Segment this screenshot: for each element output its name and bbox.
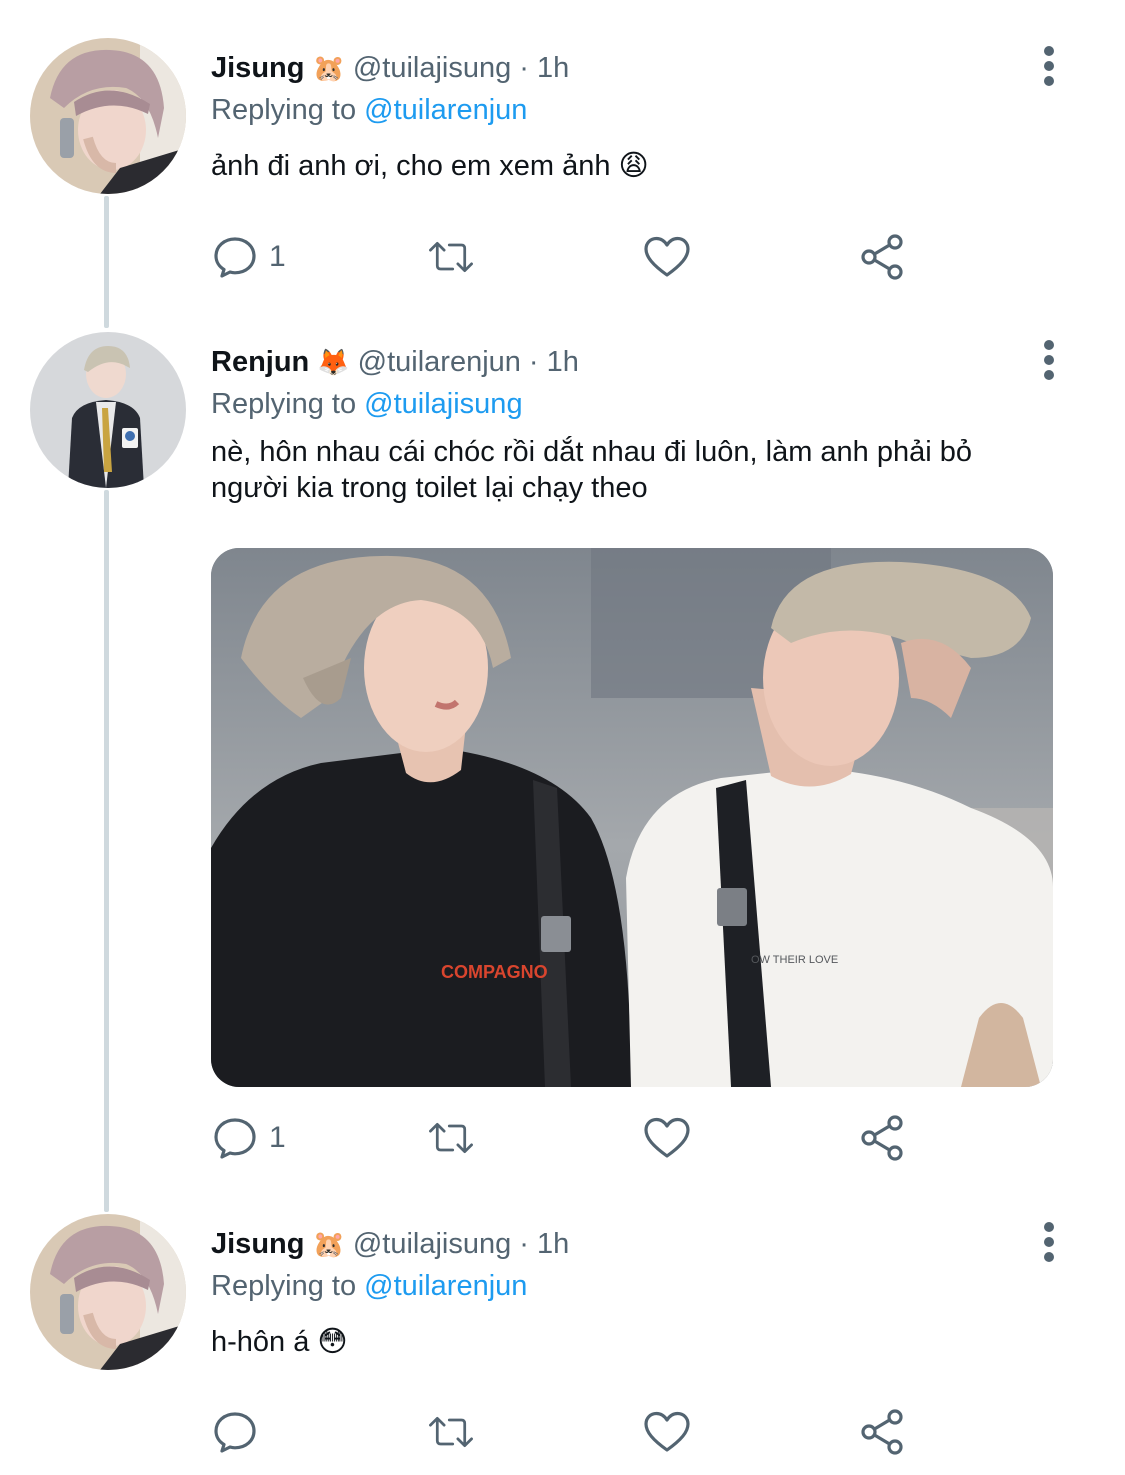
- shirt-print-right: OW THEIR LOVE: [751, 954, 838, 966]
- share-button[interactable]: [859, 1408, 907, 1456]
- like-button[interactable]: [643, 1408, 691, 1456]
- more-icon[interactable]: [1043, 340, 1055, 380]
- replying-to-link[interactable]: @tuilarenjun: [364, 1270, 527, 1302]
- like-icon: [644, 1117, 690, 1158]
- retweet-icon: [429, 1122, 473, 1154]
- more-icon[interactable]: [1043, 1222, 1055, 1262]
- reply-icon: [214, 237, 256, 278]
- user-handle[interactable]: @tuilarenjun: [358, 344, 521, 380]
- tweet-text: h-hôn á 😳: [211, 1326, 348, 1358]
- like-icon: [644, 1411, 690, 1452]
- display-name[interactable]: Jisung: [211, 50, 304, 86]
- hamster-emoji-icon: 🐹: [312, 1229, 345, 1259]
- replying-to-link[interactable]: @tuilarenjun: [364, 94, 527, 126]
- replying-to-label: Replying to: [211, 94, 357, 126]
- tweet-text-line: người kia trong toilet lại chạy theo: [211, 472, 648, 504]
- tweet[interactable]: Jisung 🐹 @tuilajisung · 1h Replying to @…: [0, 0, 1125, 300]
- action-bar: 1: [211, 233, 931, 281]
- separator-dot: ·: [519, 1228, 529, 1260]
- user-handle[interactable]: @tuilajisung: [353, 1226, 511, 1262]
- reply-button[interactable]: 1: [211, 1114, 286, 1162]
- avatar[interactable]: [30, 38, 186, 194]
- action-bar: [211, 1408, 931, 1456]
- replying-to-label: Replying to: [211, 388, 357, 420]
- tweet-photo[interactable]: COMPAGNO OW THEIR LOVE: [211, 548, 1053, 1087]
- avatar[interactable]: [30, 1214, 186, 1370]
- timestamp[interactable]: 1h: [537, 50, 569, 86]
- display-name[interactable]: Jisung: [211, 1226, 304, 1262]
- tweet-text: ảnh đi anh ơi, cho em xem ảnh 😩: [211, 150, 649, 182]
- share-icon: [861, 1409, 903, 1455]
- action-bar: 1: [211, 1114, 931, 1162]
- tweet-text-line: nè, hôn nhau cái chóc rồi dắt nhau đi lu…: [211, 436, 972, 468]
- reply-count: 1: [269, 1121, 286, 1154]
- share-button[interactable]: [859, 233, 907, 281]
- reply-count: 1: [269, 240, 286, 273]
- display-name[interactable]: Renjun: [211, 344, 309, 380]
- tweet[interactable]: Jisung 🐹 @tuilajisung · 1h Replying to @…: [0, 1200, 1125, 1475]
- replying-to: Replying to @tuilarenjun: [211, 1268, 1085, 1304]
- like-button[interactable]: [643, 233, 691, 281]
- share-icon: [861, 234, 903, 280]
- reply-button[interactable]: 1: [211, 233, 286, 281]
- reply-button[interactable]: [211, 1408, 269, 1456]
- retweet-button[interactable]: [427, 1408, 475, 1456]
- retweet-icon: [429, 241, 473, 273]
- replying-to-link[interactable]: @tuilajisung: [364, 388, 522, 420]
- user-handle[interactable]: @tuilajisung: [353, 50, 511, 86]
- retweet-button[interactable]: [427, 1114, 475, 1162]
- separator-dot: ·: [519, 52, 529, 84]
- replying-to: Replying to @tuilajisung: [211, 386, 1085, 422]
- timestamp[interactable]: 1h: [547, 344, 579, 380]
- tweet-text: nè, hôn nhau cái chóc rồi dắt nhau đi lu…: [211, 434, 1085, 506]
- like-icon: [644, 236, 690, 277]
- avatar[interactable]: [30, 332, 186, 488]
- replying-to-label: Replying to: [211, 1270, 357, 1302]
- share-icon: [861, 1115, 903, 1161]
- fox-emoji-icon: 🦊: [317, 347, 350, 377]
- reply-icon: [214, 1118, 256, 1159]
- replying-to: Replying to @tuilarenjun: [211, 92, 1085, 128]
- retweet-icon: [429, 1416, 473, 1448]
- timestamp[interactable]: 1h: [537, 1226, 569, 1262]
- like-button[interactable]: [643, 1114, 691, 1162]
- more-icon[interactable]: [1043, 46, 1055, 86]
- share-button[interactable]: [859, 1114, 907, 1162]
- retweet-button[interactable]: [427, 233, 475, 281]
- hamster-emoji-icon: 🐹: [312, 53, 345, 83]
- reply-icon: [214, 1412, 256, 1453]
- separator-dot: ·: [528, 346, 539, 378]
- shirt-print-left: COMPAGNO: [441, 962, 548, 982]
